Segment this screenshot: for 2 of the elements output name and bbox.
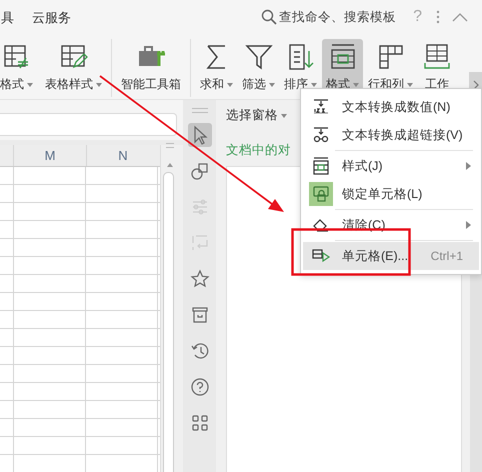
shortcut-label: Ctrl+1: [430, 249, 463, 263]
pane-subtitle: 文档中的对: [226, 142, 292, 159]
